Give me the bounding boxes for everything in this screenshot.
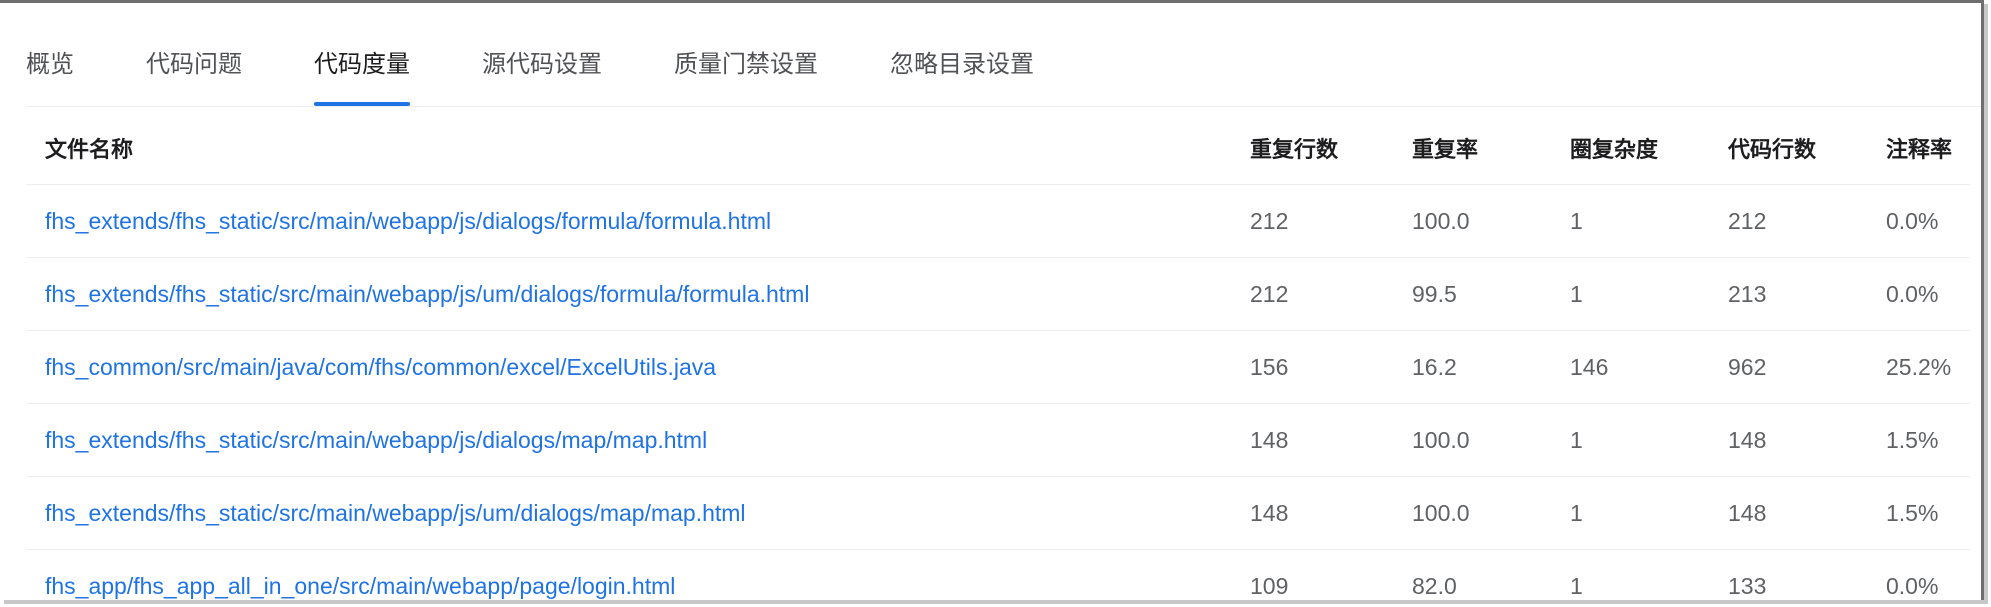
tab-code-metrics[interactable]: 代码度量 [314, 40, 410, 106]
file-link[interactable]: fhs_app/fhs_app_all_in_one/src/main/weba… [45, 573, 675, 599]
cell-comment-rate: 0.0% [1867, 257, 1970, 331]
cell-complexity: 1 [1551, 184, 1709, 258]
cell-file: fhs_extends/fhs_static/src/main/webapp/j… [26, 184, 1231, 258]
table-row: fhs_extends/fhs_static/src/main/webapp/j… [26, 403, 1970, 477]
header-loc[interactable]: 代码行数 [1709, 112, 1867, 185]
table-header-row: 文件名称 重复行数 重复率 圈复杂度 代码行数 注释率 [26, 112, 1970, 185]
file-link[interactable]: fhs_extends/fhs_static/src/main/webapp/j… [45, 208, 771, 234]
cell-loc: 962 [1709, 330, 1867, 404]
cell-file: fhs_common/src/main/java/com/fhs/common/… [26, 330, 1231, 404]
cell-complexity: 146 [1551, 330, 1709, 404]
file-link[interactable]: fhs_extends/fhs_static/src/main/webapp/j… [45, 281, 809, 307]
header-complexity[interactable]: 圈复杂度 [1551, 112, 1709, 185]
cell-comment-rate: 25.2% [1867, 330, 1970, 404]
cell-dup-lines: 212 [1231, 257, 1393, 331]
table-row: fhs_app/fhs_app_all_in_one/src/main/weba… [26, 549, 1970, 607]
tab-quality-gate-settings[interactable]: 质量门禁设置 [674, 40, 818, 106]
cell-file: fhs_extends/fhs_static/src/main/webapp/j… [26, 476, 1231, 550]
cell-loc: 212 [1709, 184, 1867, 258]
cell-loc: 148 [1709, 403, 1867, 477]
cell-file: fhs_extends/fhs_static/src/main/webapp/j… [26, 257, 1231, 331]
cell-file: fhs_extends/fhs_static/src/main/webapp/j… [26, 403, 1231, 477]
cell-dup-rate: 99.5 [1393, 257, 1551, 331]
cell-dup-lines: 148 [1231, 403, 1393, 477]
cell-comment-rate: 0.0% [1867, 184, 1970, 258]
cell-comment-rate: 1.5% [1867, 476, 1970, 550]
cell-loc: 148 [1709, 476, 1867, 550]
cell-dup-rate: 16.2 [1393, 330, 1551, 404]
cell-dup-rate: 82.0 [1393, 549, 1551, 607]
cell-loc: 133 [1709, 549, 1867, 607]
table-row: fhs_extends/fhs_static/src/main/webapp/j… [26, 184, 1970, 258]
tab-bar: 概览 代码问题 代码度量 源代码设置 质量门禁设置 忽略目录设置 [26, 40, 1106, 106]
header-comment-rate[interactable]: 注释率 [1867, 112, 1970, 185]
cell-dup-lines: 109 [1231, 549, 1393, 607]
header-dup-rate[interactable]: 重复率 [1393, 112, 1551, 185]
table-row: fhs_extends/fhs_static/src/main/webapp/j… [26, 257, 1970, 331]
header-file-name[interactable]: 文件名称 [26, 112, 1231, 185]
file-link[interactable]: fhs_extends/fhs_static/src/main/webapp/j… [45, 500, 746, 526]
cell-file: fhs_app/fhs_app_all_in_one/src/main/weba… [26, 549, 1231, 607]
cell-dup-lines: 148 [1231, 476, 1393, 550]
cell-comment-rate: 0.0% [1867, 549, 1970, 607]
cell-complexity: 1 [1551, 549, 1709, 607]
metrics-table: 文件名称 重复行数 重复率 圈复杂度 代码行数 注释率 fhs_extends/… [26, 112, 1970, 607]
file-link[interactable]: fhs_extends/fhs_static/src/main/webapp/j… [45, 427, 707, 453]
cell-dup-lines: 156 [1231, 330, 1393, 404]
tab-ignore-dir-settings[interactable]: 忽略目录设置 [890, 40, 1034, 106]
header-dup-lines[interactable]: 重复行数 [1231, 112, 1393, 185]
file-link[interactable]: fhs_common/src/main/java/com/fhs/common/… [45, 354, 716, 380]
table-row: fhs_extends/fhs_static/src/main/webapp/j… [26, 476, 1970, 550]
tab-source-settings[interactable]: 源代码设置 [482, 40, 602, 106]
tab-overview[interactable]: 概览 [26, 40, 74, 106]
tab-divider [26, 106, 1981, 107]
cell-dup-rate: 100.0 [1393, 403, 1551, 477]
table-row: fhs_common/src/main/java/com/fhs/common/… [26, 330, 1970, 404]
cell-complexity: 1 [1551, 257, 1709, 331]
cell-dup-rate: 100.0 [1393, 184, 1551, 258]
cell-complexity: 1 [1551, 403, 1709, 477]
cell-dup-rate: 100.0 [1393, 476, 1551, 550]
cell-comment-rate: 1.5% [1867, 403, 1970, 477]
cell-complexity: 1 [1551, 476, 1709, 550]
tab-code-issues[interactable]: 代码问题 [146, 40, 242, 106]
cell-loc: 213 [1709, 257, 1867, 331]
cell-dup-lines: 212 [1231, 184, 1393, 258]
